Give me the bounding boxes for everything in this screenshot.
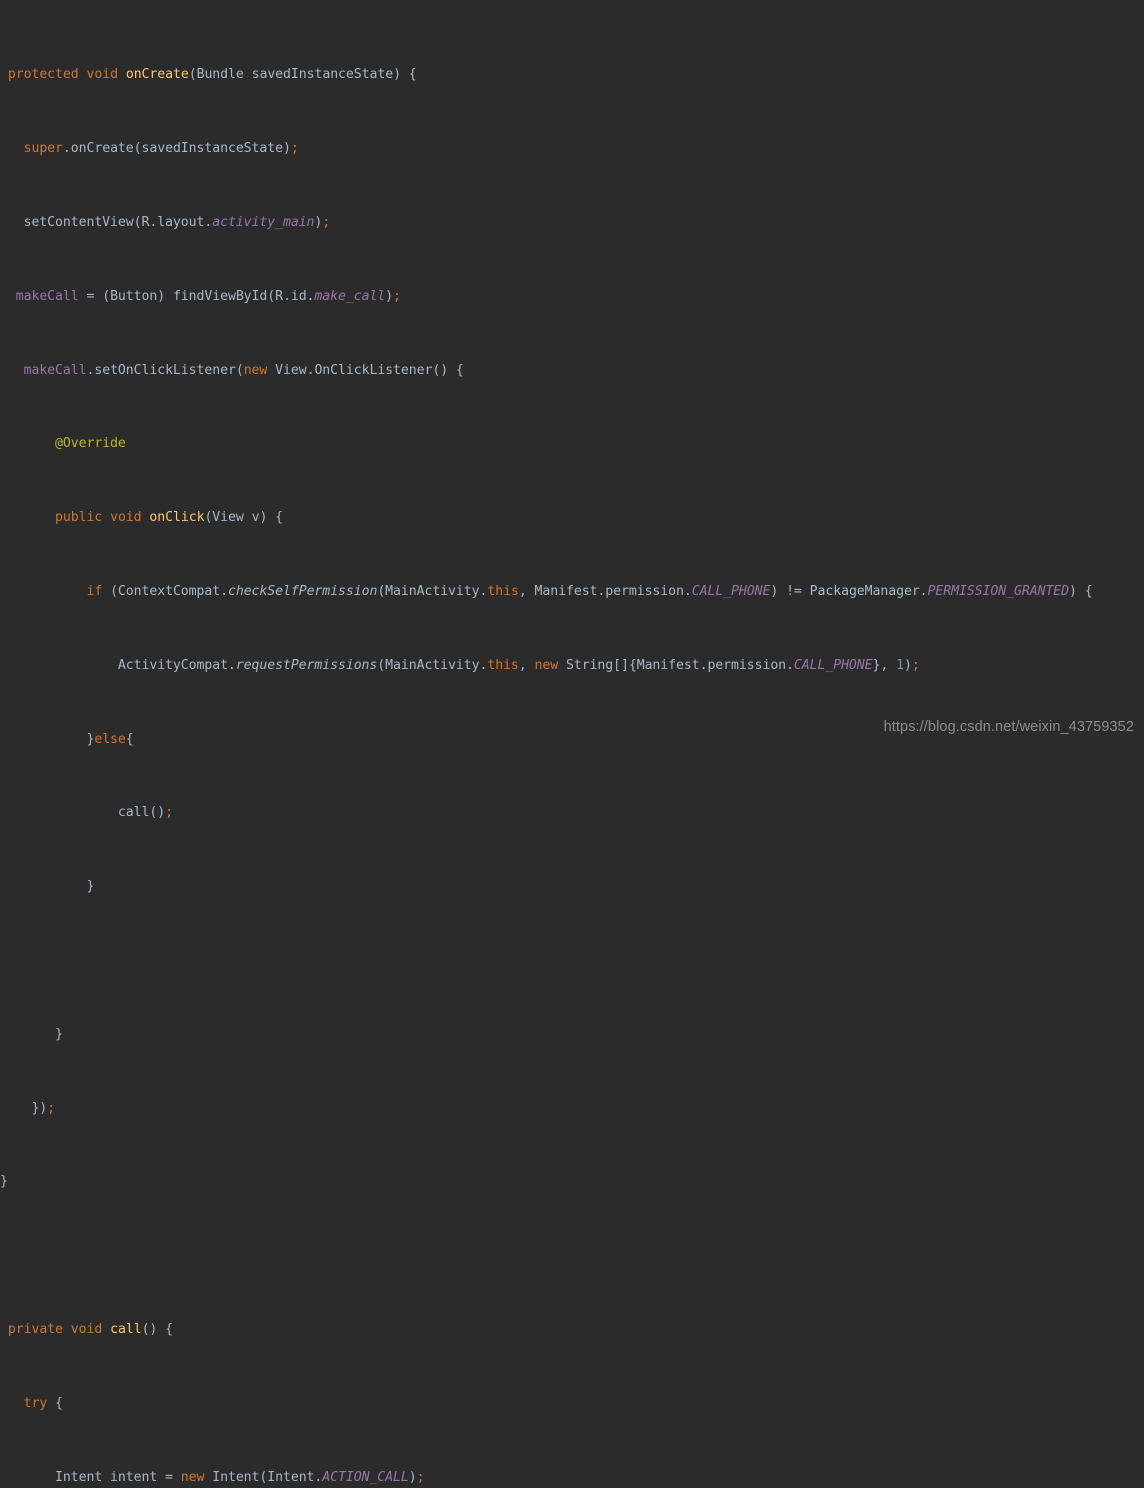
code-listing[interactable]: protected void onCreate(Bundle savedInst… bbox=[0, 11, 1144, 1488]
code-line: setContentView(R.layout.activity_main); bbox=[0, 214, 331, 230]
code-line: } bbox=[0, 1026, 63, 1042]
code-line: public void onClick(View v) { bbox=[55, 510, 284, 526]
code-line: protected void onCreate(Bundle savedInst… bbox=[7, 67, 417, 83]
code-line: }); bbox=[0, 1100, 56, 1116]
code-line: ActivityCompat.requestPermissions(MainAc… bbox=[0, 657, 920, 673]
code-line: if (ContextCompat.checkSelfPermission(Ma… bbox=[86, 583, 1093, 599]
code-line: try { bbox=[23, 1395, 63, 1411]
code-line: private void call() { bbox=[7, 1321, 174, 1337]
code-line: makeCall = (Button) findViewById(R.id.ma… bbox=[15, 288, 401, 304]
code-line: @Override bbox=[55, 436, 126, 452]
code-editor-surface[interactable]: protected void onCreate(Bundle savedInst… bbox=[0, 0, 1144, 1485]
code-line: } bbox=[0, 1174, 8, 1190]
watermark-url: https://blog.csdn.net/weixin_43759352 bbox=[883, 719, 1134, 735]
code-line: } bbox=[0, 879, 95, 895]
code-line: super.onCreate(savedInstanceState); bbox=[23, 141, 299, 157]
code-line: Intent intent = new Intent(Intent.ACTION… bbox=[0, 1469, 425, 1485]
code-line: makeCall.setOnClickListener(new View.OnC… bbox=[23, 362, 464, 378]
code-line: call(); bbox=[0, 805, 173, 821]
